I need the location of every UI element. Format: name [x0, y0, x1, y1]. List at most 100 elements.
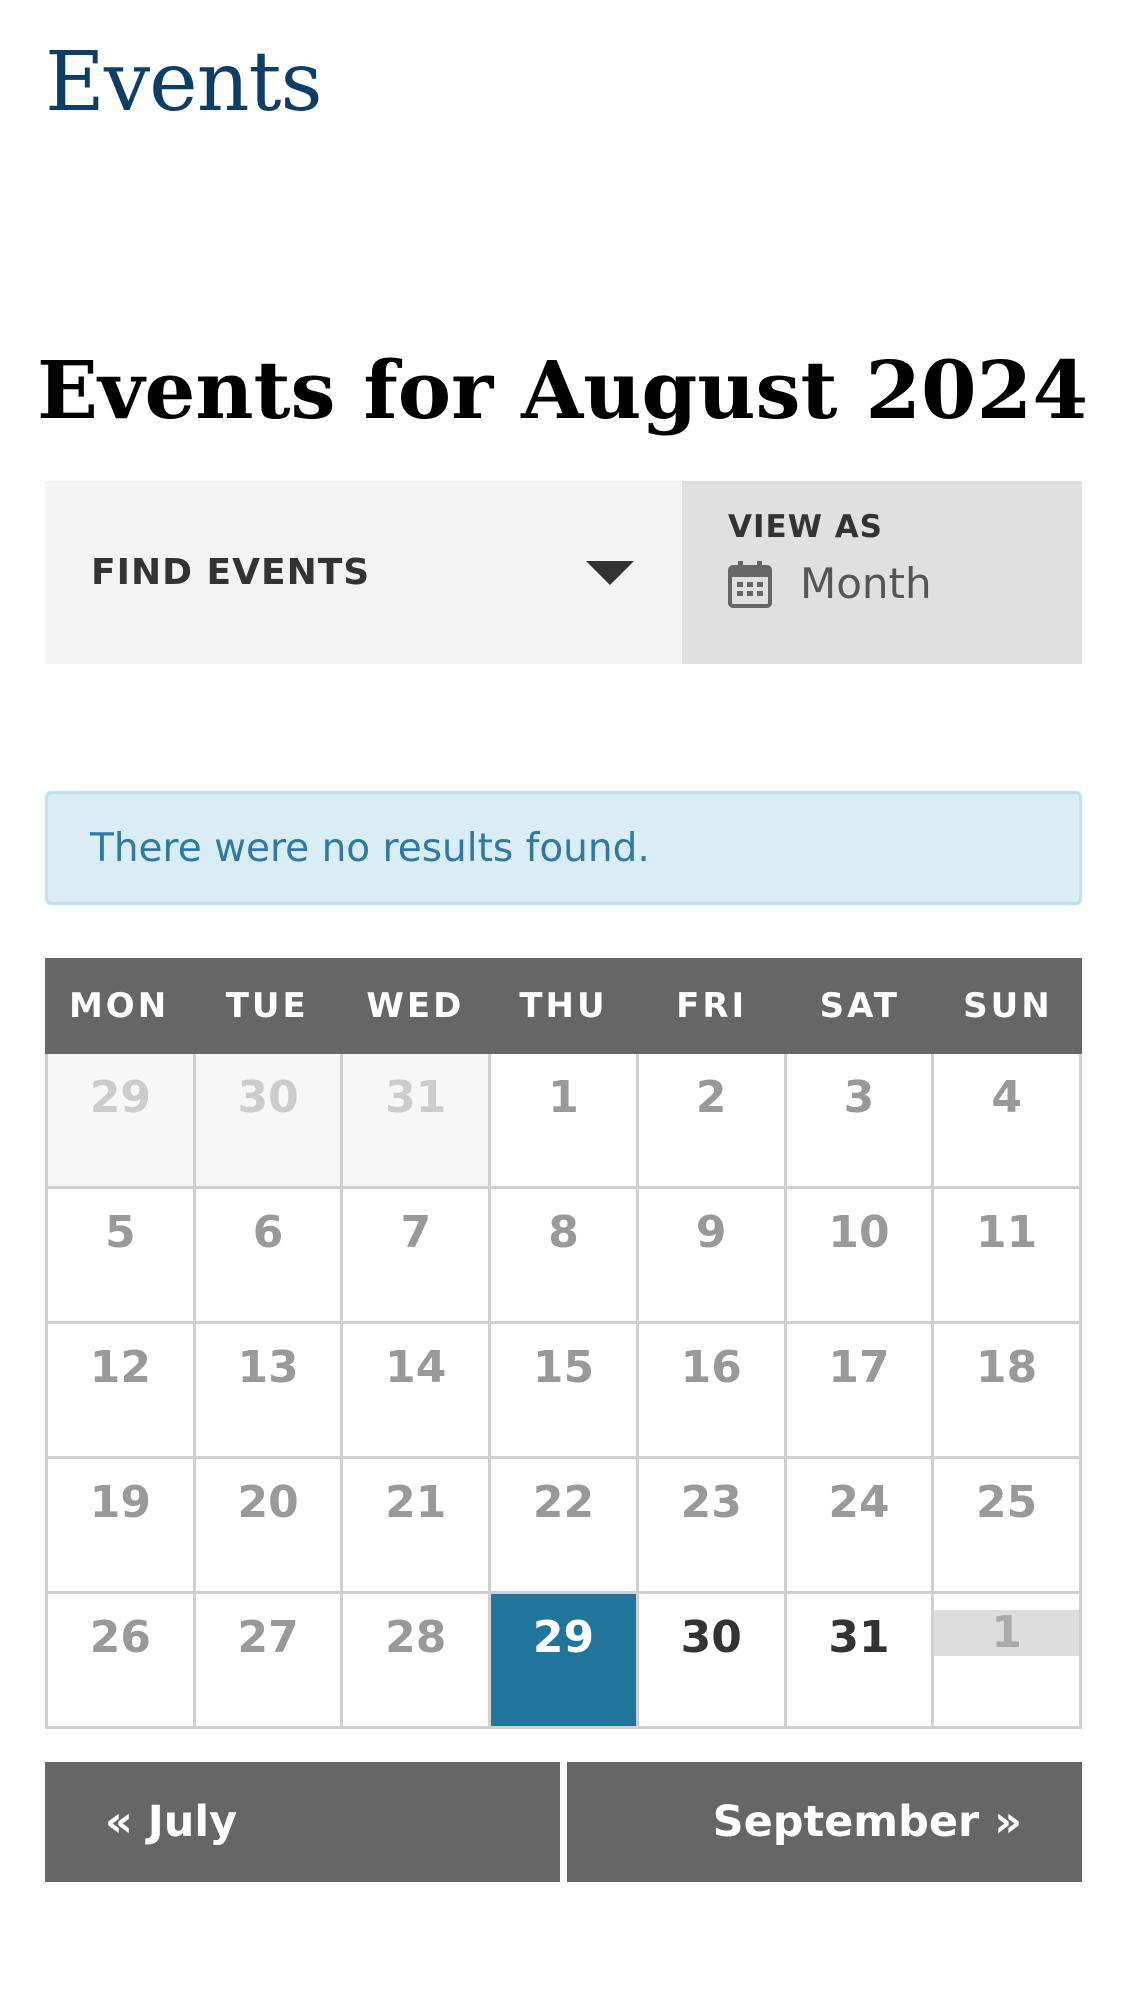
weekday-thu: THU	[519, 986, 608, 1026]
calendar-icon	[728, 560, 772, 608]
weekday-header: MON TUE WED THU FRI SAT SUN	[45, 958, 1082, 1054]
calendar-day[interactable]: 24	[786, 1459, 935, 1594]
calendar-day[interactable]: 17	[786, 1324, 935, 1459]
view-as-value: Month	[800, 559, 932, 608]
caret-down-icon	[586, 560, 634, 585]
calendar-day[interactable]: 13	[195, 1324, 344, 1459]
day-number: 4	[991, 1072, 1022, 1123]
calendar-day[interactable]: 10	[786, 1189, 935, 1324]
calendar-day[interactable]: 22	[491, 1459, 639, 1594]
day-number: 23	[680, 1477, 742, 1528]
next-month-link[interactable]: September »	[567, 1762, 1082, 1882]
day-number: 8	[548, 1207, 579, 1258]
day-number: 19	[89, 1477, 151, 1528]
calendar-day[interactable]: 31	[343, 1054, 492, 1189]
no-results-text: There were no results found.	[90, 825, 650, 871]
calendar-day[interactable]: 9	[638, 1189, 787, 1324]
day-number: 7	[400, 1207, 432, 1258]
calendar-day[interactable]: 30	[195, 1054, 344, 1189]
calendar-day[interactable]: 28	[343, 1594, 492, 1729]
day-number: 13	[237, 1342, 299, 1393]
day-number: 12	[89, 1342, 151, 1393]
no-results-notice: There were no results found.	[45, 791, 1082, 905]
view-as-selector[interactable]: VIEW AS Month	[682, 481, 1082, 664]
day-number: 31	[385, 1072, 447, 1123]
weekday-sun: SUN	[963, 986, 1053, 1026]
view-as-label: VIEW AS	[728, 509, 884, 545]
calendar-day[interactable]: 20	[195, 1459, 344, 1594]
calendar-day[interactable]: 29	[48, 1054, 196, 1189]
day-number: 28	[385, 1612, 447, 1663]
calendar-day[interactable]: 26	[48, 1594, 196, 1729]
calendar-day[interactable]: 27	[195, 1594, 344, 1729]
day-number: 1	[934, 1610, 1080, 1656]
page-title: Events for August 2024	[37, 343, 1088, 437]
site-title[interactable]: Events	[45, 28, 323, 138]
day-number: 24	[828, 1477, 890, 1528]
calendar-week: 26 27 28 29 30 31 1	[48, 1594, 1083, 1729]
day-number: 15	[532, 1342, 595, 1393]
calendar-day[interactable]: 23	[638, 1459, 787, 1594]
day-number: 14	[385, 1342, 447, 1393]
day-number: 18	[976, 1342, 1038, 1393]
calendar-week: 12 13 14 15 16 17 18	[48, 1324, 1083, 1459]
day-number: 30	[680, 1612, 742, 1663]
weekday-tue: TUE	[225, 986, 309, 1026]
calendar-day[interactable]: 8	[491, 1189, 639, 1324]
calendar-day[interactable]: 14	[343, 1324, 492, 1459]
calendar-week: 19 20 21 22 23 24 25	[48, 1459, 1083, 1594]
month-calendar: MON TUE WED THU FRI SAT SUN 29 30 31 1 2…	[45, 958, 1083, 1729]
calendar-day[interactable]: 4	[934, 1054, 1083, 1189]
calendar-day[interactable]: 6	[195, 1189, 344, 1324]
day-number: 25	[976, 1477, 1038, 1528]
calendar-day[interactable]: 15	[491, 1324, 639, 1459]
month-navigation: « July September »	[45, 1762, 1082, 1882]
day-number: 5	[105, 1207, 136, 1258]
day-number: 26	[89, 1612, 151, 1663]
find-events-toggle[interactable]: FIND EVENTS	[45, 481, 682, 664]
weekday-sat: SAT	[819, 986, 900, 1026]
view-as-current: Month	[728, 559, 1036, 608]
calendar-week: 5 6 7 8 9 10 11	[48, 1189, 1083, 1324]
previous-month-link[interactable]: « July	[45, 1762, 560, 1882]
day-number: 31	[828, 1612, 890, 1663]
find-events-label: FIND EVENTS	[91, 552, 371, 593]
weekday-wed: WED	[366, 986, 465, 1026]
calendar-day[interactable]: 11	[934, 1189, 1083, 1324]
calendar-day-today[interactable]: 29	[491, 1594, 639, 1729]
day-number: 3	[843, 1072, 875, 1123]
calendar-day[interactable]: 31	[786, 1594, 935, 1729]
day-number: 20	[237, 1477, 299, 1528]
calendar-day[interactable]: 21	[343, 1459, 492, 1594]
day-number: 2	[695, 1072, 727, 1123]
calendar-day[interactable]: 7	[343, 1189, 492, 1324]
calendar-day[interactable]: 25	[934, 1459, 1083, 1594]
calendar-day[interactable]: 16	[638, 1324, 787, 1459]
weekday-fri: FRI	[676, 986, 748, 1026]
calendar-day[interactable]: 5	[48, 1189, 196, 1324]
calendar-day[interactable]: 2	[638, 1054, 787, 1189]
weekday-mon: MON	[68, 986, 170, 1026]
calendar-day[interactable]: 19	[48, 1459, 196, 1594]
calendar-day[interactable]: 18	[934, 1324, 1083, 1459]
day-number: 17	[828, 1342, 890, 1393]
calendar-week: 29 30 31 1 2 3 4	[48, 1054, 1083, 1189]
day-number: 27	[237, 1612, 299, 1663]
calendar-weeks: 29 30 31 1 2 3 4 5 6 7 8 9 10 11 12 13 1…	[45, 1054, 1083, 1729]
day-number: 16	[680, 1342, 742, 1393]
day-number: 9	[695, 1207, 727, 1258]
day-number: 11	[976, 1207, 1038, 1258]
calendar-day[interactable]: 1	[491, 1054, 639, 1189]
calendar-day[interactable]: 12	[48, 1324, 196, 1459]
day-number: 29	[89, 1072, 151, 1123]
day-number: 29	[532, 1612, 595, 1663]
day-number: 6	[252, 1207, 284, 1258]
day-number: 30	[237, 1072, 299, 1123]
day-number: 21	[385, 1477, 447, 1528]
day-number: 1	[548, 1072, 579, 1123]
calendar-day[interactable]: 30	[638, 1594, 787, 1729]
day-number: 10	[828, 1207, 890, 1258]
calendar-day[interactable]: 3	[786, 1054, 935, 1189]
events-filter-bar: FIND EVENTS VIEW AS Month	[45, 481, 1082, 664]
calendar-day[interactable]: 1	[934, 1594, 1083, 1729]
